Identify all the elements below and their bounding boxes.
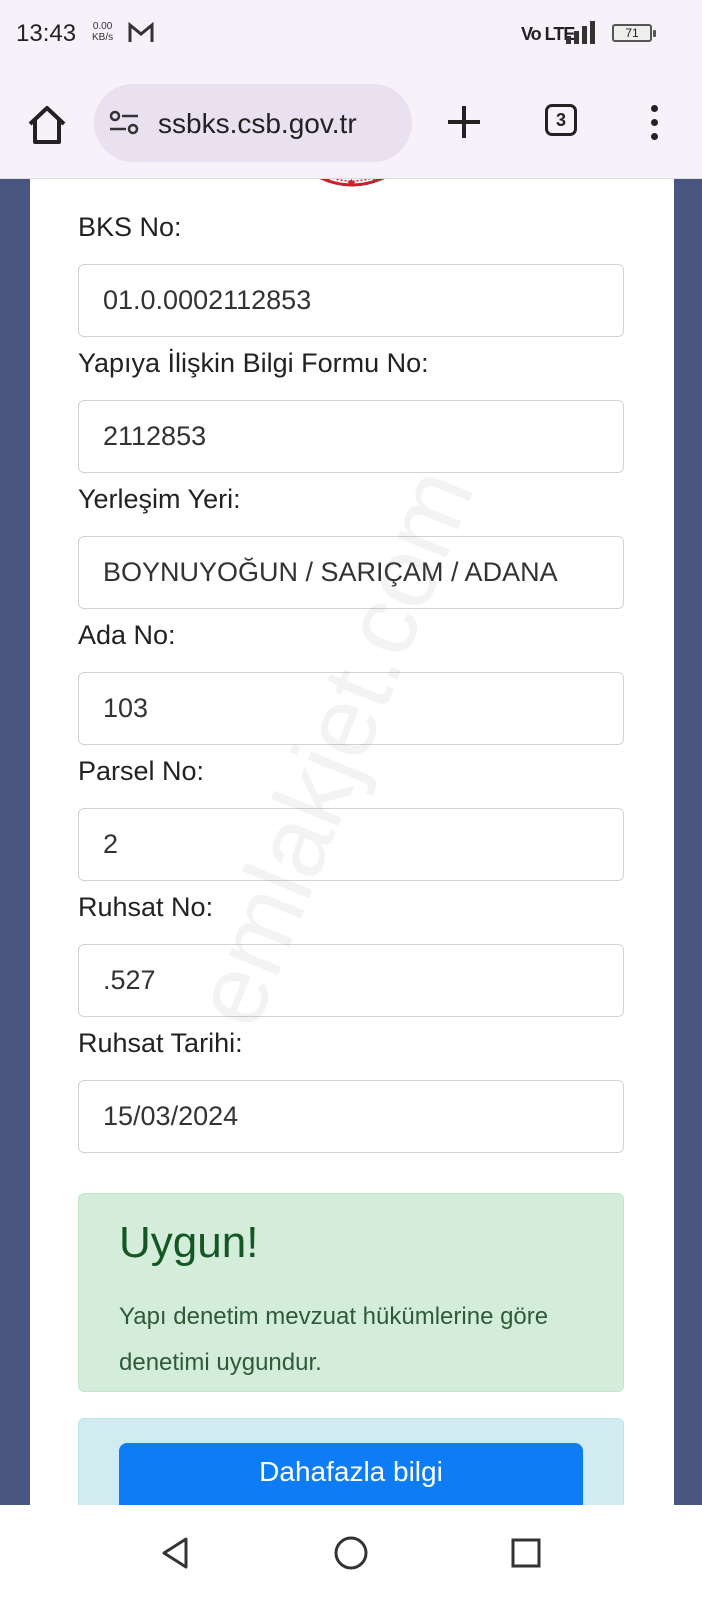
battery-level: 71 (625, 26, 639, 40)
ministry-emblem-logo: ★ ★ ★ (319, 179, 385, 190)
alert-title: Uygun! (119, 1218, 259, 1267)
navigation-bar (0, 1505, 702, 1600)
back-icon[interactable] (158, 1535, 194, 1571)
alert-message: Yapı denetim mevzuat hükümlerine göre de… (119, 1303, 549, 1376)
home-icon[interactable] (24, 102, 70, 148)
site-settings-icon[interactable] (108, 108, 140, 138)
success-alert: Uygun! Yapı denetim mevzuat hükümlerine … (78, 1193, 624, 1392)
svg-text:★: ★ (322, 179, 333, 184)
url-text[interactable]: ssbks.csb.gov.tr (158, 108, 357, 140)
new-tab-icon[interactable] (444, 102, 484, 142)
ruhsat-tarihi-label: Ruhsat Tarihi: (78, 1028, 243, 1058)
more-info-button[interactable]: Dahafazla bilgi (119, 1443, 583, 1505)
ruhsat-no-field[interactable]: .527 (78, 944, 624, 1017)
network-speed-value: 0.00 (92, 21, 113, 32)
ruhsat-tarihi-field[interactable]: 15/03/2024 (78, 1080, 624, 1153)
ada-no-field[interactable]: 103 (78, 672, 624, 745)
bks-no-field[interactable]: 01.0.0002112853 (78, 264, 624, 337)
battery-icon: 71 (612, 24, 656, 42)
parsel-no-label: Parsel No: (78, 756, 205, 786)
ruhsat-no-label: Ruhsat No: (78, 892, 214, 922)
yerlesim-yeri-label: Yerleşim Yeri: (78, 484, 241, 514)
network-speed-unit: KB/s (92, 32, 114, 43)
address-bar[interactable]: ssbks.csb.gov.tr (94, 84, 412, 162)
more-menu-icon[interactable] (644, 102, 664, 144)
recent-apps-icon[interactable] (510, 1537, 542, 1569)
svg-text:★: ★ (346, 179, 357, 190)
status-time: 13:43 (16, 20, 77, 47)
bilgi-formu-no-label: Yapıya İlişkin Bilgi Formu No: (78, 348, 429, 378)
svg-text:★: ★ (370, 179, 381, 184)
page-background: ★ ★ ★ BKS No: 01.0.0002112853 Yapıya İli… (0, 179, 702, 1505)
parsel-no-field[interactable]: 2 (78, 808, 624, 881)
bilgi-formu-no-field[interactable]: 2112853 (78, 400, 624, 473)
tab-switcher-button[interactable]: 3 (545, 104, 577, 136)
ada-no-label: Ada No: (78, 620, 176, 650)
signal-icon (566, 21, 595, 44)
bks-no-label: BKS No: (78, 212, 182, 242)
network-speed: 0.00 KB/s (92, 21, 113, 43)
status-bar: 13:43 0.00 KB/s Vo LTE 71 (0, 0, 702, 72)
yerlesim-yeri-field[interactable]: BOYNUYOĞUN / SARIÇAM / ADANA (78, 536, 624, 609)
browser-toolbar: ssbks.csb.gov.tr 3 (0, 72, 702, 179)
home-circle-icon[interactable] (333, 1535, 369, 1571)
info-panel: Dahafazla bilgi (78, 1418, 624, 1505)
content-card: ★ ★ ★ BKS No: 01.0.0002112853 Yapıya İli… (30, 179, 674, 1505)
gmail-icon (128, 22, 154, 42)
